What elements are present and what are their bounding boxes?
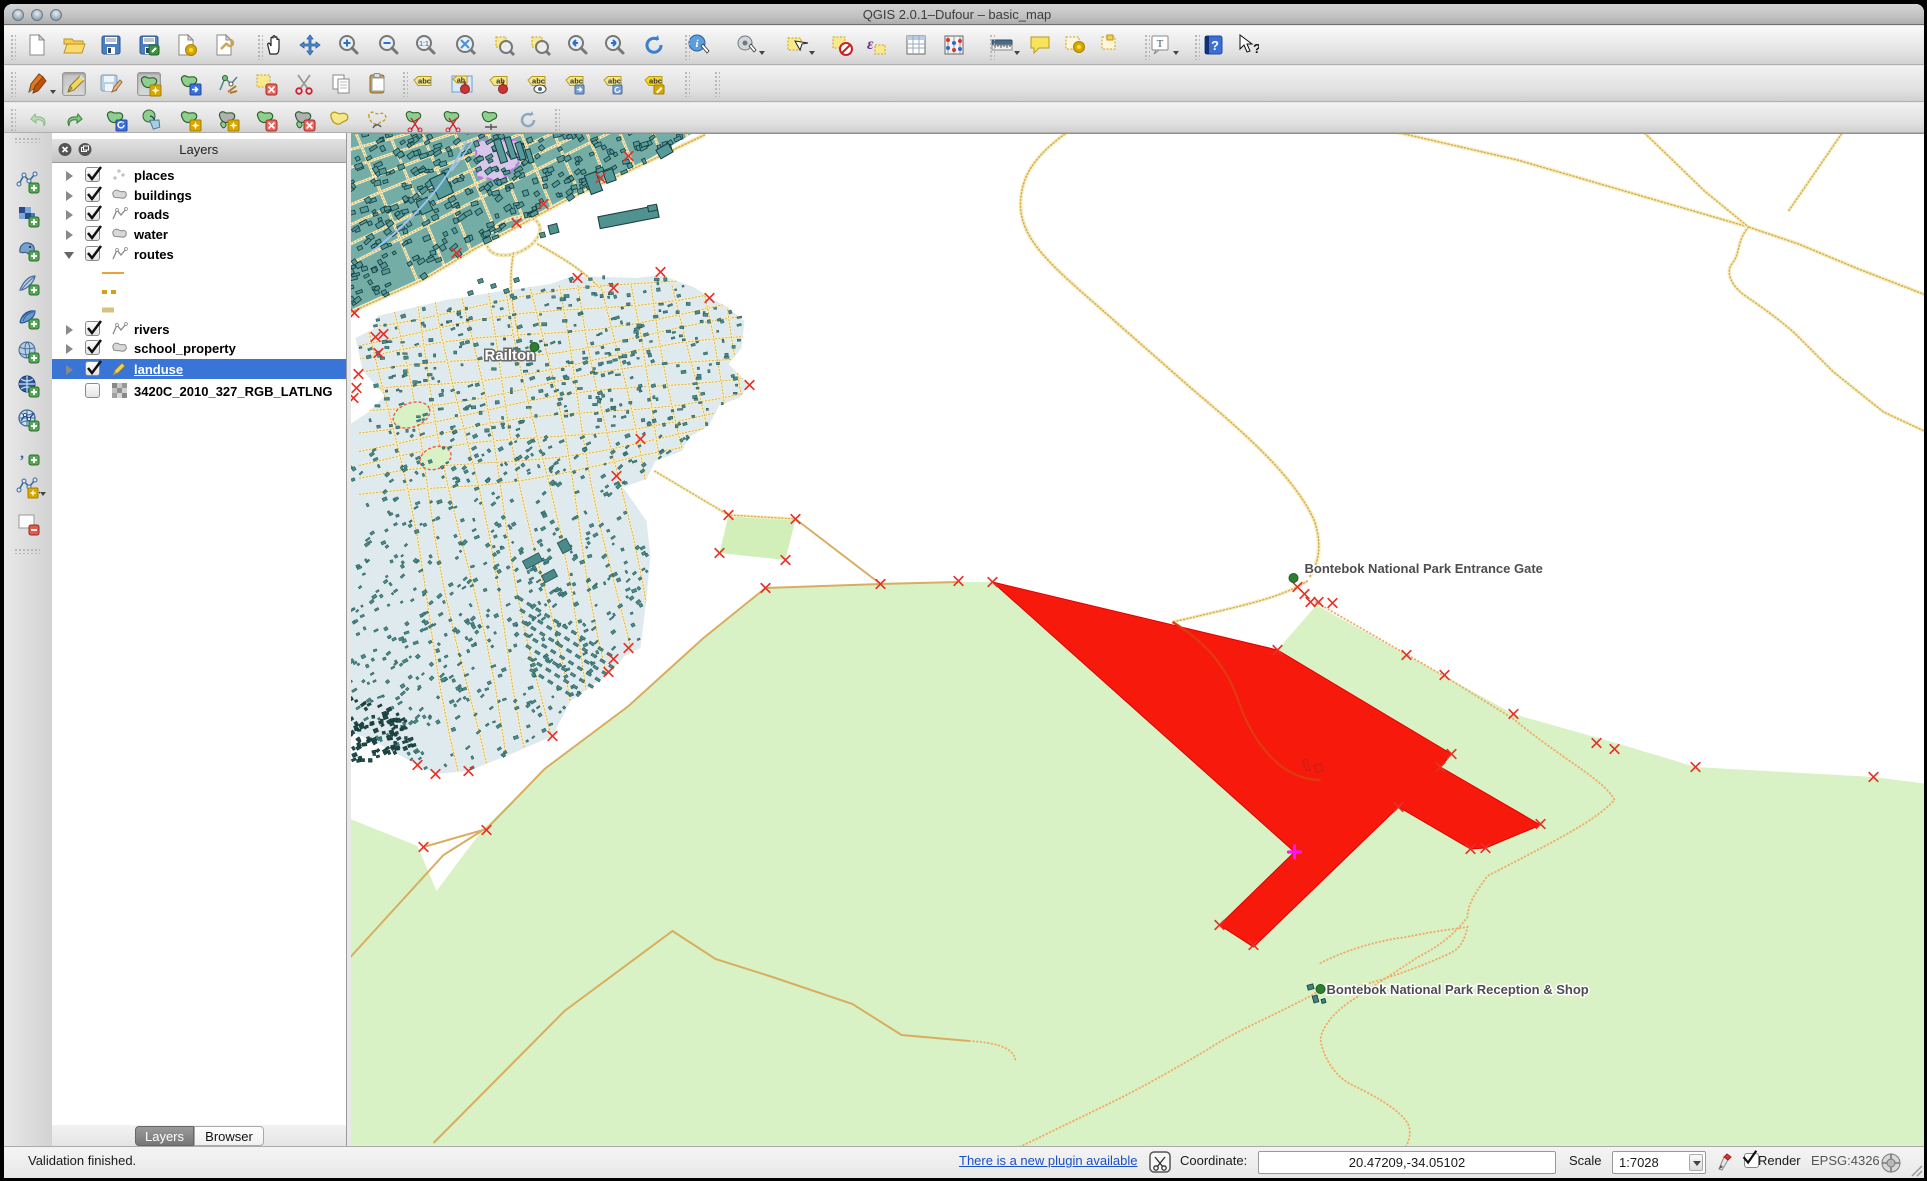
svg-text:?: ? [1253,41,1259,56]
svg-text:Railton: Railton [484,347,535,364]
svg-text:abc: abc [418,77,431,86]
svg-text:,: , [20,445,24,462]
svg-text:Bontebok National Park Entranc: Bontebok National Park Entrance Gate [1304,561,1542,576]
svg-text:?: ? [1211,38,1219,53]
svg-text:Bontebok National Park Recepti: Bontebok National Park Reception & Shop [1326,982,1588,997]
svg-text:abc: abc [608,77,621,86]
svg-text:ε: ε [867,36,874,53]
svg-text:abc: abc [532,77,545,86]
svg-text:abc: abc [570,77,583,86]
svg-text:ab: ab [457,78,465,85]
svg-text:T: T [1157,38,1164,50]
svg-text:1:1: 1:1 [419,41,429,48]
svg-text:abc: abc [649,77,662,86]
